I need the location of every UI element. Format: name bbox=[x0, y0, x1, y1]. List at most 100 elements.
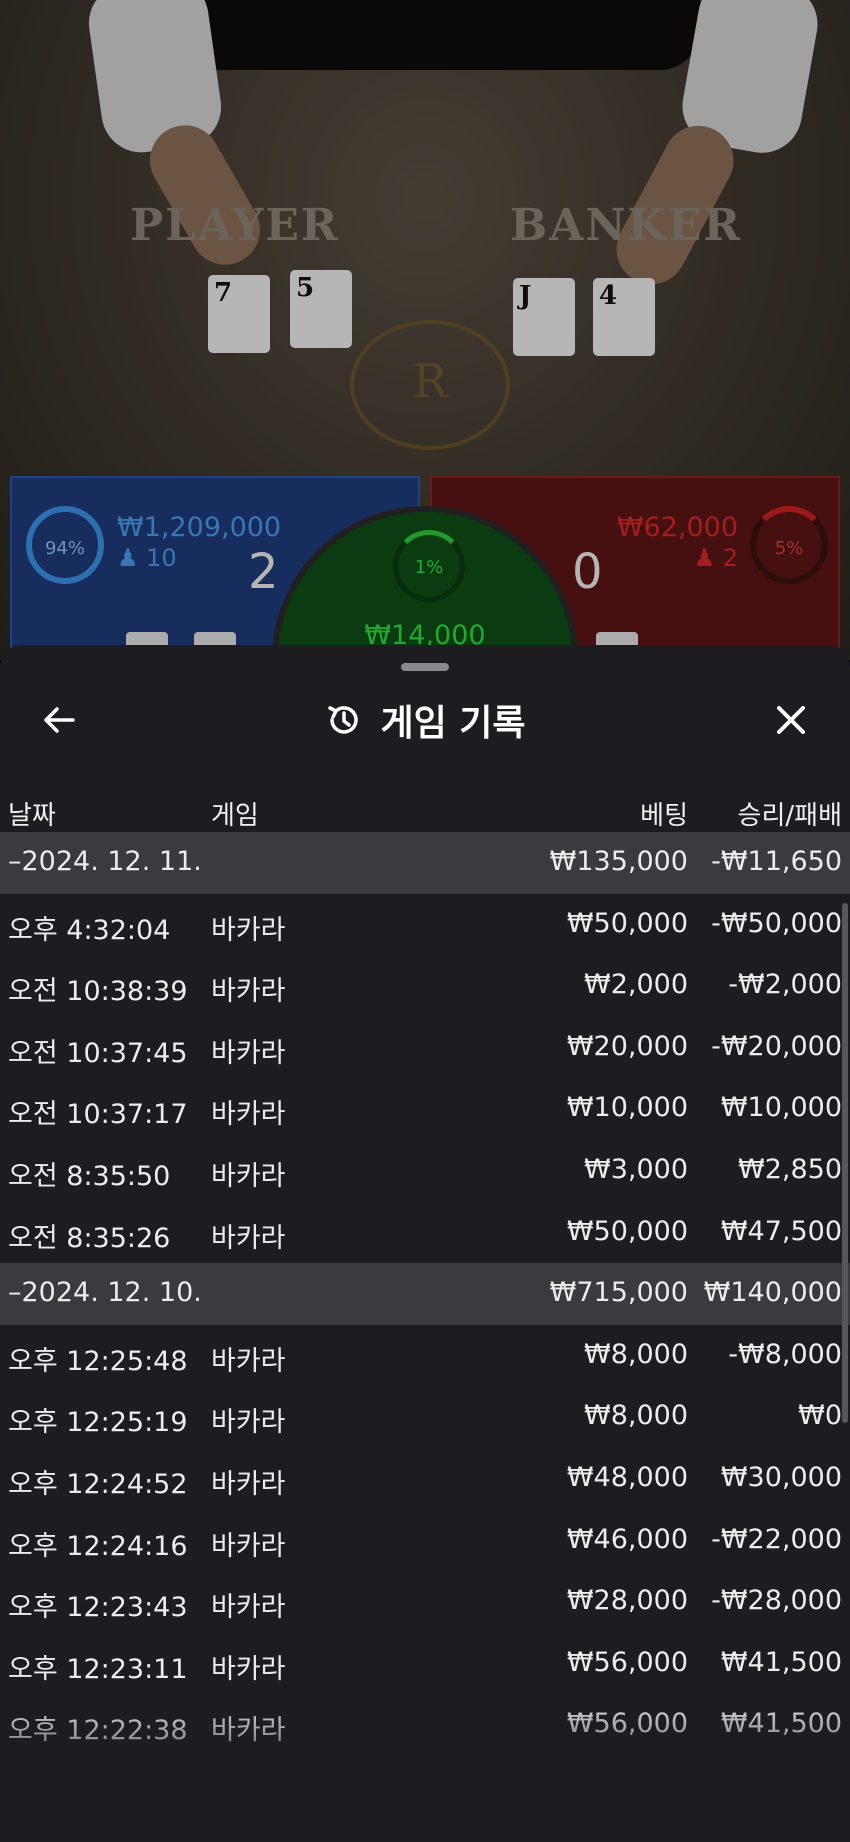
row-game: 바카라 bbox=[211, 1530, 286, 1562]
row-time: 오전 10:37:17 bbox=[8, 1099, 188, 1131]
row-time: 오후 12:25:19 bbox=[8, 1407, 188, 1439]
row-winloss: -₩28,000 bbox=[711, 1585, 842, 1617]
live-dealer-video: PLAYER BANKER 7 5 J 4 R 94% ₩1,209,000 ♟… bbox=[0, 0, 850, 660]
row-game: 바카라 bbox=[211, 1592, 286, 1624]
row-winloss: -₩2,000 bbox=[728, 969, 842, 1001]
row-time: 오전 10:37:45 bbox=[8, 1037, 188, 1069]
row-game: 바카라 bbox=[211, 976, 286, 1008]
table-row: 오전 10:37:45 바카라 ₩20,000 -₩20,000 bbox=[0, 1017, 850, 1079]
row-bet: ₩8,000 bbox=[584, 1400, 688, 1432]
table-row: 오전 8:35:50 바카라 ₩3,000 ₩2,850 bbox=[0, 1140, 850, 1202]
history-icon bbox=[328, 706, 359, 734]
emblem-letter: R bbox=[412, 354, 448, 408]
row-bet: ₩56,000 bbox=[566, 1646, 688, 1678]
row-time: 오후 12:24:52 bbox=[8, 1468, 188, 1500]
row-bet: ₩50,000 bbox=[566, 1215, 688, 1247]
row-winloss: -₩20,000 bbox=[711, 1030, 842, 1062]
date-group-row[interactable]: –2024. 12. 10. ₩715,000 ₩140,000 bbox=[0, 1263, 850, 1325]
column-date: 날짜 bbox=[8, 801, 56, 831]
date-group-row[interactable]: –2024. 12. 11. ₩135,000 -₩11,650 bbox=[0, 832, 850, 894]
player-bet-amount: ₩1,209,000 bbox=[117, 512, 282, 543]
row-winloss: -₩22,000 bbox=[711, 1523, 842, 1555]
game-history-sheet: 게임 기록 날짜 게임 베팅 승리/패배 –2024. 12. 11. ₩135,… bbox=[0, 645, 850, 1842]
banker-percent-ring: 5% bbox=[750, 506, 828, 584]
row-game: 바카라 bbox=[211, 1653, 286, 1685]
row-game: 바카라 bbox=[211, 1222, 286, 1254]
row-bet: ₩46,000 bbox=[566, 1523, 688, 1555]
person-icon: ♟ bbox=[117, 544, 139, 572]
table-row: 오후 12:23:11 바카라 ₩56,000 ₩41,500 bbox=[0, 1633, 850, 1695]
close-button[interactable] bbox=[756, 685, 826, 755]
row-bet: ₩50,000 bbox=[566, 907, 688, 939]
date-label: –2024. 12. 11. bbox=[8, 846, 202, 877]
row-winloss: -₩8,000 bbox=[728, 1338, 842, 1370]
table-row: 오후 12:24:16 바카라 ₩46,000 -₩22,000 bbox=[0, 1510, 850, 1572]
table-banker-word: BANKER bbox=[510, 200, 742, 251]
crown-emblem: R bbox=[350, 320, 510, 450]
table-row: 오후 12:25:19 바카라 ₩8,000 ₩0 bbox=[0, 1386, 850, 1448]
player-card-2: 5 bbox=[290, 270, 352, 348]
table-row: 오전 8:35:26 바카라 ₩50,000 ₩47,500 bbox=[0, 1202, 850, 1264]
table-header: 날짜 게임 베팅 승리/패배 bbox=[0, 787, 850, 837]
row-bet: ₩28,000 bbox=[566, 1585, 688, 1617]
row-bet: ₩20,000 bbox=[566, 1030, 688, 1062]
row-time: 오후 4:32:04 bbox=[8, 914, 171, 946]
banker-card-1: J bbox=[513, 278, 575, 356]
row-game: 바카라 bbox=[211, 1468, 286, 1500]
row-time: 오후 12:23:43 bbox=[8, 1592, 188, 1624]
row-time: 오후 12:24:16 bbox=[8, 1530, 188, 1562]
tie-percent-ring: 1% bbox=[393, 530, 465, 602]
row-time: 오후 12:25:48 bbox=[8, 1345, 188, 1377]
group-bet-total: ₩715,000 bbox=[549, 1277, 688, 1309]
row-bet: ₩56,000 bbox=[566, 1708, 688, 1740]
player-percent: 94% bbox=[44, 538, 85, 559]
column-bet: 베팅 bbox=[640, 801, 688, 831]
row-bet: ₩48,000 bbox=[566, 1461, 688, 1493]
row-time: 오전 10:38:39 bbox=[8, 976, 188, 1008]
row-game: 바카라 bbox=[211, 1345, 286, 1377]
row-time: 오후 12:23:11 bbox=[8, 1653, 188, 1685]
row-game: 바카라 bbox=[211, 1407, 286, 1439]
row-winloss: ₩0 bbox=[798, 1400, 842, 1432]
history-list[interactable]: –2024. 12. 11. ₩135,000 -₩11,650 오후 4:32:04… bbox=[0, 832, 850, 1756]
row-game: 바카라 bbox=[211, 1037, 286, 1069]
row-time: 오후 12:22:38 bbox=[8, 1715, 188, 1747]
banker-card-2: 4 bbox=[593, 278, 655, 356]
tie-percent: 1% bbox=[414, 557, 444, 578]
row-game: 바카라 bbox=[211, 1715, 286, 1747]
row-winloss: ₩10,000 bbox=[720, 1092, 842, 1124]
row-game: 바카라 bbox=[211, 1099, 286, 1131]
row-bet: ₩10,000 bbox=[566, 1092, 688, 1124]
player-bettor-count: ♟ 10 bbox=[117, 544, 177, 572]
column-winloss: 승리/패배 bbox=[737, 801, 842, 831]
banker-percent: 5% bbox=[774, 538, 804, 559]
row-bet: ₩2,000 bbox=[584, 969, 688, 1001]
table-row: 오후 12:22:38 바카라 ₩56,000 ₩41,500 bbox=[0, 1694, 850, 1756]
table-row: 오후 12:25:48 바카라 ₩8,000 -₩8,000 bbox=[0, 1325, 850, 1387]
group-winloss-total: -₩11,650 bbox=[711, 846, 842, 877]
scrollbar[interactable] bbox=[842, 903, 848, 1423]
row-bet: ₩8,000 bbox=[584, 1338, 688, 1370]
dealer-torso bbox=[160, 0, 700, 70]
row-game: 바카라 bbox=[211, 914, 286, 946]
close-icon bbox=[777, 706, 805, 734]
column-game: 게임 bbox=[211, 801, 259, 831]
row-time: 오전 8:35:26 bbox=[8, 1222, 171, 1254]
player-score: 2 bbox=[248, 544, 279, 600]
sheet-title: 게임 기록 bbox=[380, 703, 526, 744]
row-bet: ₩3,000 bbox=[584, 1153, 688, 1185]
row-winloss: ₩41,500 bbox=[720, 1646, 842, 1678]
player-percent-ring: 94% bbox=[26, 506, 104, 584]
dealer-left-hand bbox=[137, 112, 273, 278]
banker-bet-amount: ₩62,000 bbox=[616, 512, 738, 543]
table-row: 오후 12:23:43 바카라 ₩28,000 -₩28,000 bbox=[0, 1571, 850, 1633]
table-row: 오전 10:38:39 바카라 ₩2,000 -₩2,000 bbox=[0, 955, 850, 1017]
banker-score: 0 bbox=[572, 544, 603, 600]
row-time: 오전 8:35:50 bbox=[8, 1160, 171, 1192]
sheet-drag-handle[interactable] bbox=[401, 663, 449, 671]
row-winloss: ₩2,850 bbox=[738, 1153, 842, 1185]
table-row: 오후 12:24:52 바카라 ₩48,000 ₩30,000 bbox=[0, 1448, 850, 1510]
row-winloss: ₩47,500 bbox=[720, 1215, 842, 1247]
group-winloss-total: ₩140,000 bbox=[703, 1277, 842, 1309]
group-bet-total: ₩135,000 bbox=[549, 846, 688, 877]
